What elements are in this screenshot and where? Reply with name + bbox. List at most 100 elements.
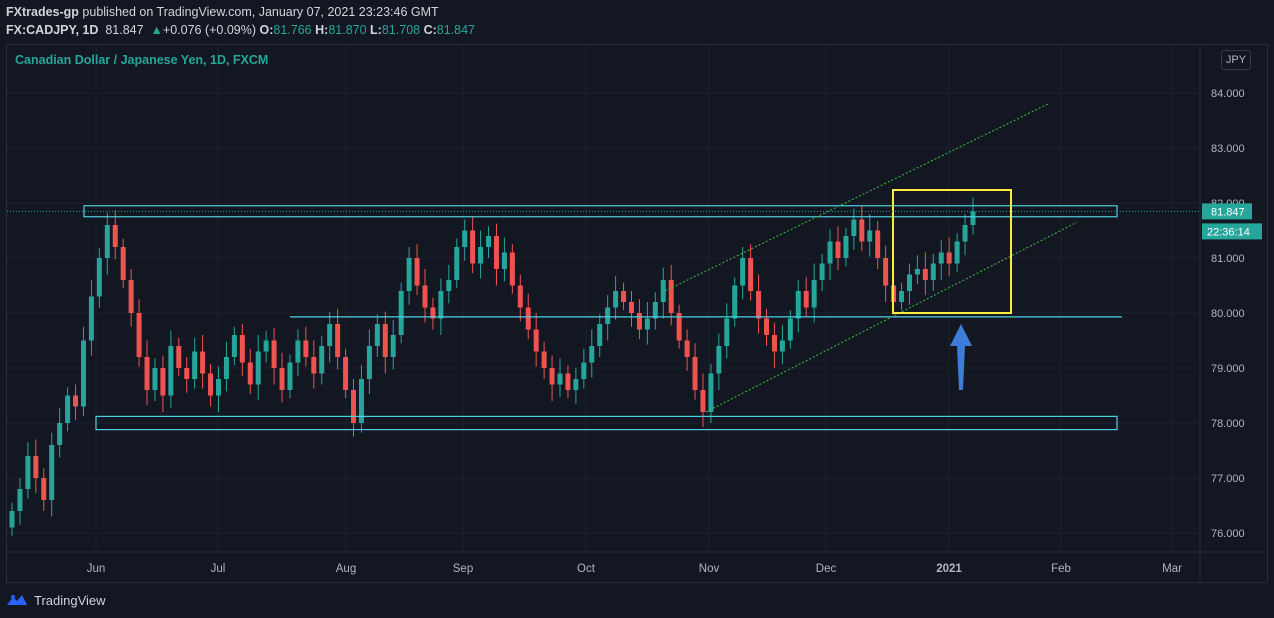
candle-body <box>223 357 229 379</box>
candle-body <box>724 318 730 346</box>
candle-body <box>160 368 166 396</box>
candle-body <box>231 335 237 357</box>
y-tick-label: 79.000 <box>1211 363 1245 375</box>
candle-body <box>470 230 476 264</box>
candle-body <box>25 456 31 489</box>
tradingview-logo-icon[interactable] <box>6 593 28 607</box>
x-tick-label: Jun <box>87 563 106 575</box>
candle-body <box>549 368 555 385</box>
candle-body <box>9 511 15 528</box>
y-tick-label: 76.000 <box>1211 528 1245 540</box>
candle-body <box>946 252 952 264</box>
candle-body <box>787 318 793 341</box>
candle-body <box>930 263 936 280</box>
candle-body <box>779 340 785 352</box>
candle-body <box>962 225 968 242</box>
candle-body <box>41 478 47 500</box>
y-tick-label: 80.000 <box>1211 308 1245 320</box>
candle-body <box>827 241 833 264</box>
currency-badge[interactable]: JPY <box>1221 50 1251 70</box>
x-tick-label: 2021 <box>936 563 962 575</box>
candle-body <box>208 373 214 396</box>
candle-body <box>795 291 801 319</box>
candle-body <box>811 280 817 308</box>
candle-body <box>279 368 285 390</box>
countdown-label: 22:36:14 <box>1207 226 1250 238</box>
candle-body <box>906 274 912 291</box>
candle-body <box>581 362 587 379</box>
candle-body <box>867 230 873 242</box>
candle-body <box>668 280 674 313</box>
candle-body <box>740 258 746 286</box>
candle-body <box>255 351 261 385</box>
candle-body <box>215 379 221 396</box>
candle-body <box>803 291 809 308</box>
candle-body <box>247 362 253 385</box>
candle-body <box>565 373 571 390</box>
x-tick-label: Sep <box>453 563 473 575</box>
candle-body <box>708 373 714 412</box>
candle-body <box>573 379 579 390</box>
candle-body <box>239 335 245 363</box>
candle-body <box>454 247 460 280</box>
candle-body <box>771 335 777 352</box>
candle-body <box>914 269 920 275</box>
candle-body <box>351 390 357 423</box>
y-tick-label: 84.000 <box>1211 88 1245 100</box>
candle-body <box>104 225 110 258</box>
candle-body <box>144 357 150 390</box>
candle-body <box>605 307 611 324</box>
price-chart[interactable]: 84.00083.00082.00081.00080.00079.00078.0… <box>0 0 1274 618</box>
candle-body <box>819 263 825 280</box>
candle-body <box>692 357 698 390</box>
candle-body <box>700 390 706 412</box>
y-tick-label: 78.000 <box>1211 418 1245 430</box>
chart-title: Canadian Dollar / Japanese Yen, 1D, FXCM <box>15 53 269 67</box>
candle-body <box>438 291 444 319</box>
candle-body <box>390 335 396 357</box>
candle-body <box>748 258 754 291</box>
brand-name[interactable]: TradingView <box>34 593 106 608</box>
candle-body <box>88 296 94 341</box>
x-tick-label: Dec <box>816 563 837 575</box>
candle-body <box>335 324 341 357</box>
candle-body <box>970 211 976 225</box>
candle-body <box>374 324 380 346</box>
candle-body <box>343 357 349 390</box>
candle-body <box>954 241 960 264</box>
candle-body <box>366 346 372 379</box>
candle-body <box>152 368 158 390</box>
candle-body <box>319 346 325 374</box>
candle-body <box>128 280 134 313</box>
candle-body <box>96 258 102 297</box>
candle-body <box>501 252 507 269</box>
candle-body <box>49 445 55 500</box>
candle-body <box>192 351 198 379</box>
candle-body <box>168 346 174 396</box>
candle-body <box>859 219 865 242</box>
candle-body <box>541 351 547 368</box>
candle-body <box>446 280 452 291</box>
y-tick-label: 77.000 <box>1211 473 1245 485</box>
candle-body <box>938 252 944 264</box>
candle-body <box>883 258 889 286</box>
candle-body <box>899 291 905 302</box>
candle-body <box>835 241 841 258</box>
channel-upper-line <box>664 103 1049 292</box>
x-tick-label: Oct <box>577 563 596 575</box>
candle-body <box>922 269 928 280</box>
candle-body <box>136 313 142 357</box>
candle-body <box>327 324 333 346</box>
candle-body <box>851 219 857 236</box>
candle-body <box>17 489 23 511</box>
x-tick-label: Jul <box>211 563 226 575</box>
last-price-label: 81.847 <box>1211 206 1245 218</box>
candle-body <box>652 302 658 319</box>
candle-body <box>303 340 309 357</box>
candle-body <box>406 258 412 291</box>
x-tick-label: Nov <box>699 563 720 575</box>
candle-body <box>57 423 63 445</box>
candle-body <box>621 291 627 302</box>
candle-body <box>557 373 563 385</box>
candle-body <box>636 313 642 330</box>
